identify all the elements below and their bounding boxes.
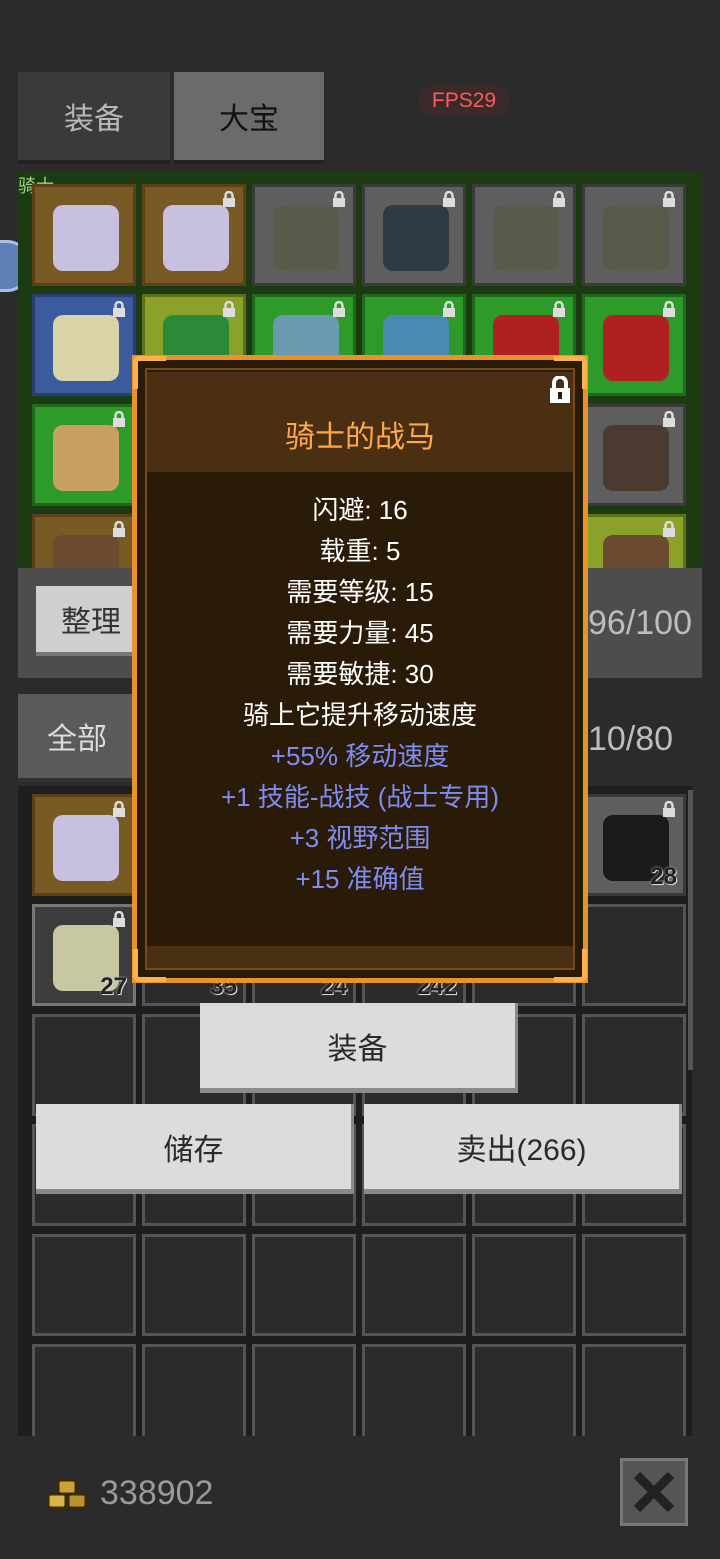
item-count: 28 <box>650 863 677 890</box>
inventory-slot[interactable] <box>362 1234 466 1336</box>
item-detail-popup: 骑士的战马 闪避: 16 载重: 5 需要等级: 15 需要力量: 45 需要敏捷: 3… <box>132 355 588 983</box>
equipment-slot[interactable] <box>362 184 466 286</box>
lock-icon <box>553 191 565 207</box>
lock-icon <box>663 801 675 817</box>
inventory-slot[interactable] <box>252 1344 356 1436</box>
equipment-slot[interactable] <box>582 184 686 286</box>
gold-coins-icon <box>46 1478 88 1510</box>
equipment-slot[interactable] <box>142 184 246 286</box>
equipment-slot[interactable] <box>582 514 686 568</box>
inventory-slot[interactable] <box>32 1344 136 1436</box>
inventory-slot[interactable] <box>362 1344 466 1436</box>
store-button[interactable]: 储存 <box>36 1104 354 1194</box>
corner-ornament-icon <box>133 949 166 982</box>
stat-line: 闪避: 16 <box>312 495 408 525</box>
equipment-slot[interactable] <box>252 184 356 286</box>
stat-line: +15 准确值 <box>295 864 425 894</box>
lock-icon <box>113 521 125 537</box>
equipment-slot[interactable] <box>32 184 136 286</box>
lock-icon <box>113 801 125 817</box>
lock-icon <box>223 301 235 317</box>
horse-icon <box>53 815 119 881</box>
equipment-slot[interactable] <box>472 184 576 286</box>
inventory-slot[interactable] <box>142 1234 246 1336</box>
sort-button[interactable]: 整理 <box>36 586 146 656</box>
lock-icon <box>113 411 125 427</box>
boot-icon <box>603 535 669 568</box>
sword-icon <box>603 315 669 381</box>
inventory-slot[interactable] <box>582 1344 686 1436</box>
inventory-slot[interactable] <box>472 1234 576 1336</box>
tab-equipment[interactable]: 装备 <box>18 72 170 164</box>
filter-all-button[interactable]: 全部 <box>18 694 136 782</box>
stat-line: 需要敏捷: 30 <box>286 659 434 689</box>
inventory-slot[interactable] <box>32 794 136 896</box>
lock-icon <box>333 191 345 207</box>
sell-button[interactable]: 卖出(266) <box>364 1104 682 1194</box>
inventory-scrollbar[interactable] <box>688 790 693 1070</box>
lock-icon <box>333 301 345 317</box>
item-stats: 闪避: 16 载重: 5 需要等级: 15 需要力量: 45 需要敏捷: 30 骑上它提升… <box>137 490 583 900</box>
horse-icon <box>53 205 119 271</box>
lock-icon <box>443 191 455 207</box>
equipment-slot[interactable] <box>582 294 686 396</box>
equip-button[interactable]: 装备 <box>200 1003 518 1093</box>
helmet-icon <box>273 205 339 271</box>
corner-ornament-icon <box>133 356 166 389</box>
equipment-slot[interactable] <box>32 294 136 396</box>
equipment-slot[interactable] <box>32 514 136 568</box>
mace-icon <box>603 425 669 491</box>
lock-icon <box>553 301 565 317</box>
item-title: 骑士的战马 <box>285 421 435 454</box>
lock-icon <box>443 301 455 317</box>
tab-dabao[interactable]: 大宝 <box>174 72 324 164</box>
close-button[interactable] <box>620 1458 688 1526</box>
item-count: 27 <box>100 973 127 1000</box>
corner-ornament-icon <box>554 949 587 982</box>
stat-line: +55% 移动速度 <box>270 741 450 771</box>
lock-icon <box>223 191 235 207</box>
stat-line: 需要等级: 15 <box>286 577 434 607</box>
helmet-icon <box>493 205 559 271</box>
boot-icon <box>53 535 119 568</box>
lock-icon <box>663 191 675 207</box>
inventory-slot[interactable] <box>582 1014 686 1116</box>
lock-icon <box>663 521 675 537</box>
inventory-slot[interactable] <box>32 1014 136 1116</box>
inventory-slot[interactable] <box>582 1234 686 1336</box>
inventory-slot[interactable]: 28 <box>582 794 686 896</box>
helmet-icon <box>603 205 669 271</box>
gold-amount: 338902 <box>100 1474 214 1512</box>
bag-capacity: 10/80 <box>588 720 674 758</box>
inventory-slot[interactable] <box>252 1234 356 1336</box>
lock-icon <box>113 301 125 317</box>
shield-icon <box>53 425 119 491</box>
lock-icon <box>113 911 125 927</box>
inventory-slot[interactable] <box>472 1344 576 1436</box>
stat-line: 载重: 5 <box>319 536 401 566</box>
equip-capacity: 96/100 <box>588 604 692 642</box>
stat-line: 需要力量: 45 <box>286 618 434 648</box>
fps-counter: FPS29 <box>418 86 510 116</box>
close-icon <box>633 1471 675 1513</box>
lock-icon <box>663 301 675 317</box>
amulet-icon <box>53 315 119 381</box>
equipment-slot[interactable] <box>32 404 136 506</box>
equipment-slot[interactable] <box>582 404 686 506</box>
stat-line: 骑上它提升移动速度 <box>242 700 477 730</box>
inventory-slot[interactable] <box>142 1344 246 1436</box>
stat-line: +3 视野范围 <box>289 823 431 853</box>
stat-line: +1 技能-战技 (战士专用) <box>220 782 500 812</box>
inventory-slot[interactable] <box>32 1234 136 1336</box>
inventory-slot[interactable] <box>582 904 686 1006</box>
armor-icon <box>383 205 449 271</box>
horse-icon <box>163 205 229 271</box>
corner-ornament-icon <box>554 356 587 389</box>
lock-icon <box>663 411 675 427</box>
inventory-slot[interactable]: 27 <box>32 904 136 1006</box>
